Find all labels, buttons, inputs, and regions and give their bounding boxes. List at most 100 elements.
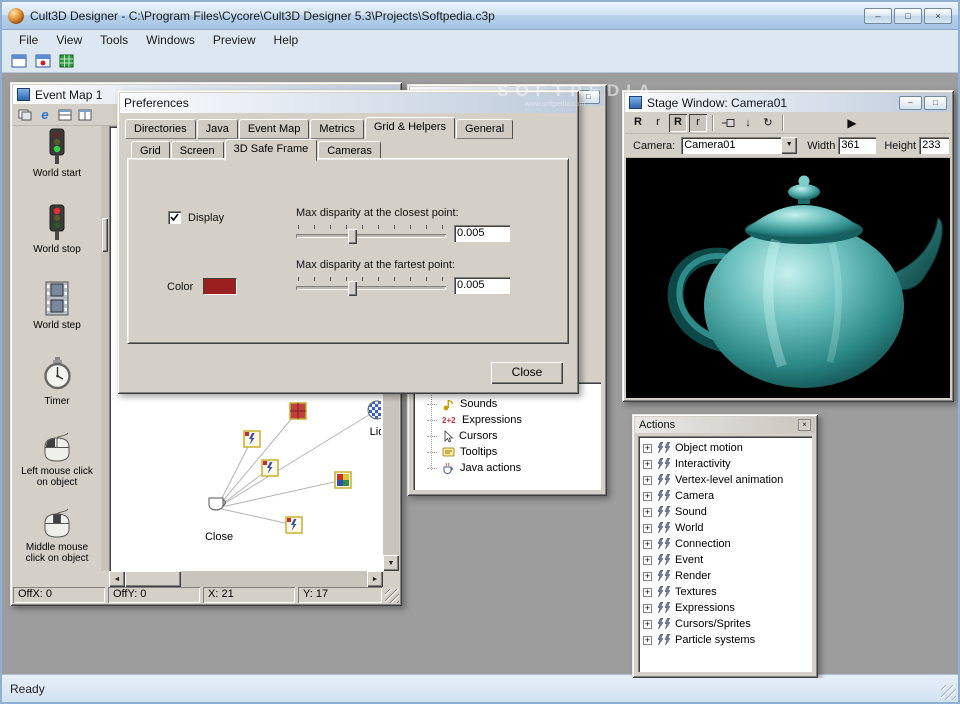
slider-track[interactable] [296,234,446,238]
maximize-button[interactable]: □ [894,7,922,24]
resize-grip[interactable] [941,685,956,700]
split-view-button[interactable] [16,106,34,124]
tab-directories[interactable]: Directories [125,119,196,139]
expand-icon[interactable]: + [643,459,652,469]
menu-view[interactable]: View [47,31,91,49]
node-close-event[interactable] [208,497,226,511]
resource-item[interactable]: Cursors [427,428,498,444]
expand-icon[interactable]: + [643,491,652,501]
tab-java[interactable]: Java [196,119,238,139]
pin-view-button[interactable] [719,114,737,132]
action-item[interactable]: + Object motion [638,440,812,456]
expand-icon[interactable]: + [643,523,652,533]
menu-windows[interactable]: Windows [137,31,204,49]
tool-world-stop[interactable]: World stop [13,202,101,278]
expand-icon[interactable]: + [643,603,652,613]
table-view-button[interactable] [56,51,77,71]
resource-item[interactable]: Sounds [427,396,497,412]
action-item[interactable]: + Particle systems [638,632,812,648]
maximize-button[interactable]: □ [577,89,600,104]
color-swatch[interactable] [203,278,238,295]
resize-grip[interactable] [385,589,399,603]
scroll-thumb[interactable] [125,571,181,587]
action-item[interactable]: + Interactivity [638,456,812,472]
render-mode-button[interactable]: R [669,113,687,132]
resource-item[interactable]: Tooltips [427,444,497,460]
width-field[interactable]: 361 [838,137,877,154]
resource-item[interactable]: 2+2 Expressions [427,412,522,428]
expand-icon[interactable]: + [643,475,652,485]
tab-metrics[interactable]: Metrics [310,119,364,139]
fartest-disparity-slider[interactable] [296,277,446,297]
action-item[interactable]: + Expressions [638,600,812,616]
tool-left-mouse-click[interactable]: Left mouse click on object [13,430,101,506]
preferences-titlebar[interactable]: Preferences [120,93,576,113]
expand-icon[interactable]: + [643,571,652,581]
node-lid-object[interactable] [367,400,381,420]
actions-tree[interactable]: + Object motion + Interactivity + Vertex-le… [638,436,812,672]
menu-file[interactable]: File [10,31,47,49]
drop-to-floor-button[interactable]: ↓ [739,114,757,132]
tab-event-map[interactable]: Event Map [238,119,310,139]
menu-preview[interactable]: Preview [204,31,265,49]
action-item[interactable]: + Textures [638,584,812,600]
tile-horizontal-button[interactable] [56,106,74,124]
action-item[interactable]: + Render [638,568,812,584]
expand-icon[interactable]: + [643,507,652,517]
palette-scroll-thumb[interactable] [102,218,108,252]
node-action-red[interactable] [289,402,307,420]
tool-timer[interactable]: Timer [13,354,101,430]
close-button[interactable]: × [924,7,952,24]
horizontal-scrollbar[interactable]: ◄ ► [109,571,383,587]
display-checkbox[interactable] [168,211,181,224]
scroll-left-arrow[interactable]: ◄ [109,571,125,587]
tool-middle-mouse-click[interactable]: Middle mouse click on object [13,506,101,571]
chevron-down-icon[interactable]: ▼ [781,137,798,154]
expand-icon[interactable]: + [643,635,652,645]
close-icon[interactable]: × [798,419,811,431]
resource-item[interactable]: Java actions [427,460,521,476]
node-action-multi[interactable] [334,471,352,489]
slider-thumb[interactable] [348,281,357,296]
action-item[interactable]: + Vertex-level animation [638,472,812,488]
resource-tree[interactable]: Sounds 2+2 Expressions Cursors Tooltips [413,382,601,490]
browser-preview-button[interactable]: e [36,106,54,124]
menu-help[interactable]: Help [265,31,308,49]
palette-scrollbar[interactable] [101,126,109,571]
expand-icon[interactable]: + [643,619,652,629]
action-item[interactable]: + Sound [638,504,812,520]
fartest-disparity-field[interactable]: 0.005 [454,277,510,294]
camera-select[interactable]: Camera01 ▼ [681,137,798,154]
action-item[interactable]: + Cursors/Sprites [638,616,812,632]
action-item[interactable]: + Event [638,552,812,568]
action-item[interactable]: + Camera [638,488,812,504]
node-action-bolt[interactable] [261,459,279,477]
closest-disparity-field[interactable]: 0.005 [454,225,510,242]
render-mode-button[interactable]: r [689,113,707,132]
closest-disparity-slider[interactable] [296,225,446,245]
expand-icon[interactable]: + [643,587,652,597]
stage-3d-viewport[interactable] [626,158,950,398]
menu-tools[interactable]: Tools [91,31,137,49]
tool-world-start[interactable]: World start [13,126,101,202]
tab-general[interactable]: General [456,119,514,139]
render-mode-button[interactable]: r [649,114,667,132]
scroll-down-arrow[interactable]: ▼ [383,555,399,571]
tab-grid-helpers[interactable]: Grid & Helpers [364,117,456,139]
scroll-right-arrow[interactable]: ► [367,571,383,587]
preview-window-button[interactable] [32,51,53,71]
stage-titlebar[interactable]: Stage Window: Camera01 – □ [625,93,951,112]
minimize-button[interactable]: – [864,7,892,24]
tool-world-step[interactable]: World step [13,278,101,354]
render-mode-button[interactable]: R [629,114,647,132]
slider-thumb[interactable] [348,229,357,244]
node-action-bolt[interactable] [243,430,261,448]
action-item[interactable]: + World [638,520,812,536]
expand-icon[interactable]: + [643,555,652,565]
new-window-button[interactable] [8,51,29,71]
node-action-bolt[interactable] [285,516,303,534]
actions-titlebar[interactable]: Actions × [635,417,815,433]
expand-icon[interactable]: + [643,443,652,453]
close-dialog-button[interactable]: Close [491,362,563,384]
subtab-3d-safe-frame[interactable]: 3D Safe Frame [224,139,318,161]
